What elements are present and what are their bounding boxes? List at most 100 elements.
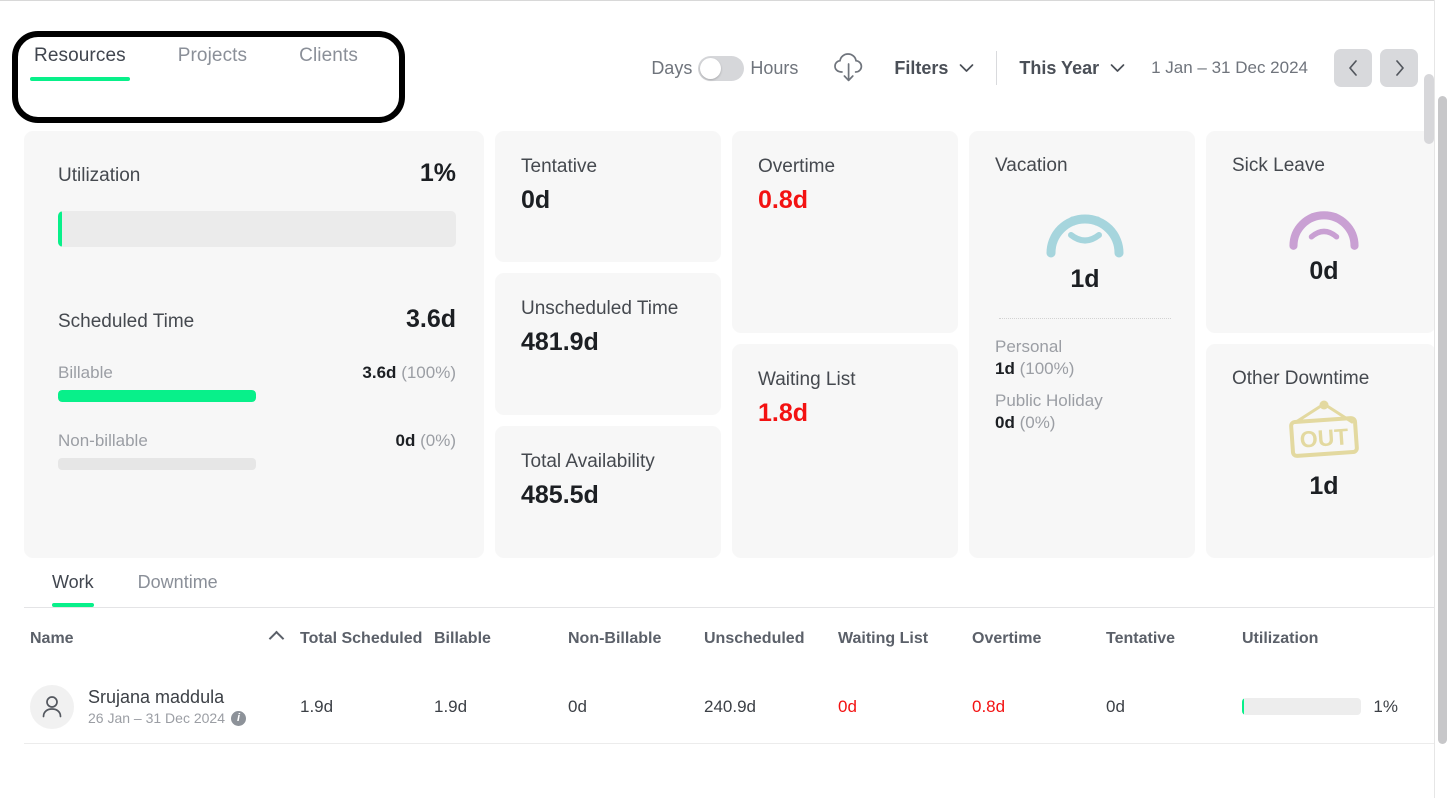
billable-row: Billable 3.6d (100%)	[58, 363, 456, 383]
row-utilization-fill	[1242, 698, 1245, 715]
vacation-card: Vacation 1d Personal 1d (100%) Public Ho…	[969, 131, 1195, 558]
billable-percent: (100%)	[401, 363, 456, 382]
cell-tentative: 0d	[1106, 696, 1125, 716]
cell-unscheduled: 240.9d	[704, 696, 756, 716]
page-scrollbar[interactable]	[1434, 0, 1448, 798]
tab-work[interactable]: Work	[52, 572, 94, 607]
row-utilization-label: 1%	[1373, 696, 1398, 716]
column-header-overtime[interactable]: Overtime	[972, 630, 1106, 648]
other-downtime-card: Other Downtime OUT 1d	[1206, 344, 1436, 558]
billable-value: 3.6d	[362, 363, 397, 382]
prev-period-button[interactable]	[1334, 49, 1372, 87]
vacation-holiday-percent: (0%)	[1019, 413, 1056, 432]
filters-label: Filters	[894, 57, 949, 78]
column-sick-other: Sick Leave 0d Other Downtime OUT 1d	[1206, 131, 1436, 558]
avatar	[30, 684, 74, 729]
days-label: Days	[651, 57, 693, 78]
billable-value-group: 3.6d (100%)	[362, 363, 456, 383]
tab-clients[interactable]: Clients	[299, 45, 358, 81]
scheduled-time-value: 3.6d	[405, 305, 456, 333]
cell-utilization: 1%	[1242, 697, 1398, 717]
other-downtime-icon-wrap: OUT	[1232, 396, 1416, 468]
info-icon[interactable]: i	[231, 710, 246, 726]
cell-billable: 1.9d	[434, 696, 468, 716]
unscheduled-time-card: Unscheduled Time 481.9d	[495, 273, 721, 415]
next-period-button[interactable]	[1380, 49, 1418, 87]
billable-bar-fill	[58, 390, 256, 402]
page-scrollbar-thumb[interactable]	[1438, 96, 1447, 744]
utilization-percent: 1%	[419, 159, 456, 187]
toolbar-divider	[996, 51, 998, 85]
unscheduled-time-value: 481.9d	[521, 327, 599, 356]
row-utilization-bar	[1242, 698, 1362, 715]
unit-switch[interactable]	[698, 55, 745, 81]
non-billable-label: Non-billable	[58, 431, 148, 450]
tab-downtime[interactable]: Downtime	[138, 572, 218, 607]
chevron-up-icon	[268, 630, 285, 646]
switch-knob	[700, 57, 722, 79]
chevron-left-icon	[1348, 60, 1357, 76]
non-billable-value: 0d	[395, 431, 416, 450]
resource-date-range-label: 26 Jan – 31 Dec 2024	[88, 710, 225, 727]
vacation-personal-value-group: 1d (100%)	[995, 359, 1175, 379]
column-tentative-unscheduled: Tentative 0d Unscheduled Time 481.9d Tot…	[495, 131, 721, 558]
cell-non-billable: 0d	[568, 696, 587, 716]
sick-leave-card: Sick Leave 0d	[1206, 131, 1436, 333]
cell-total-scheduled: 1.9d	[300, 696, 334, 716]
inner-scrollbar-thumb[interactable]	[1424, 74, 1434, 144]
table-row[interactable]: Srujana maddula 26 Jan – 31 Dec 2024 i 1…	[24, 670, 1434, 744]
column-header-non-billable[interactable]: Non-Billable	[568, 630, 704, 648]
table-header-row: Name Total Scheduled Billable Non-Billab…	[24, 608, 1434, 670]
non-billable-row: Non-billable 0d (0%)	[58, 431, 456, 451]
period-dropdown[interactable]: This Year	[1019, 58, 1125, 79]
overtime-label: Overtime	[758, 156, 836, 177]
cell-waiting-list: 0d	[838, 696, 857, 716]
out-sign-icon: OUT	[1289, 400, 1359, 458]
overtime-value: 0.8d	[758, 185, 809, 214]
smiley-face-icon	[1046, 214, 1124, 258]
details-table-section: Work Downtime Name Total Scheduled Billa…	[24, 572, 1434, 744]
sick-leave-value: 0d	[1309, 257, 1339, 285]
resource-name: Srujana maddula	[88, 686, 225, 707]
column-header-name-label: Name	[30, 630, 74, 647]
vacation-label: Vacation	[995, 155, 1068, 176]
filters-dropdown[interactable]: Filters	[894, 58, 974, 79]
column-header-tentative[interactable]: Tentative	[1106, 630, 1242, 648]
summary-cards: Utilization 1% Scheduled Time 3.6d Billa…	[24, 131, 1436, 558]
utilization-card: Utilization 1% Scheduled Time 3.6d Billa…	[24, 131, 484, 558]
vacation-holiday-value-group: 0d (0%)	[995, 413, 1175, 433]
scheduled-time-row: Scheduled Time 3.6d	[58, 305, 456, 334]
export-button[interactable]	[828, 48, 872, 88]
hours-label: Hours	[750, 57, 799, 78]
vacation-icon-wrap	[995, 183, 1175, 261]
tab-projects[interactable]: Projects	[178, 45, 247, 81]
person-icon	[42, 695, 62, 717]
column-header-waiting-list[interactable]: Waiting List	[838, 630, 972, 648]
vacation-separator	[999, 318, 1171, 319]
days-hours-toggle[interactable]: Days Hours	[651, 55, 799, 81]
column-header-unscheduled[interactable]: Unscheduled	[704, 630, 838, 648]
period-label: This Year	[1019, 57, 1100, 78]
unscheduled-time-label: Unscheduled Time	[521, 298, 679, 319]
scheduled-time-label: Scheduled Time	[58, 311, 195, 332]
vacation-holiday-group: Public Holiday 0d (0%)	[995, 391, 1175, 433]
period-nav	[1334, 49, 1418, 87]
tab-resources[interactable]: Resources	[30, 45, 130, 81]
chevron-right-icon	[1395, 60, 1404, 76]
resource-date-range: 26 Jan – 31 Dec 2024 i	[88, 710, 246, 726]
utilization-header: Utilization 1%	[58, 159, 456, 188]
column-overtime-waiting: Overtime 0.8d Waiting List 1.8d	[732, 131, 958, 558]
column-header-name[interactable]: Name	[30, 630, 300, 648]
utilization-progress-bar	[58, 211, 456, 247]
tentative-label: Tentative	[521, 156, 598, 177]
column-header-total-scheduled[interactable]: Total Scheduled	[300, 630, 434, 649]
column-header-utilization[interactable]: Utilization	[1242, 630, 1398, 648]
billable-label: Billable	[58, 363, 113, 382]
page-header: Resources Projects Clients Days Hours Fi…	[0, 1, 1434, 123]
column-header-billable[interactable]: Billable	[434, 630, 568, 648]
total-availability-label: Total Availability	[521, 451, 655, 472]
out-sign-text: OUT	[1299, 423, 1349, 452]
table-tabs: Work Downtime	[24, 572, 1434, 607]
header-toolbar: Days Hours Filters This Year 1 Jan – 31 …	[651, 45, 1418, 91]
sick-leave-label: Sick Leave	[1232, 155, 1325, 176]
